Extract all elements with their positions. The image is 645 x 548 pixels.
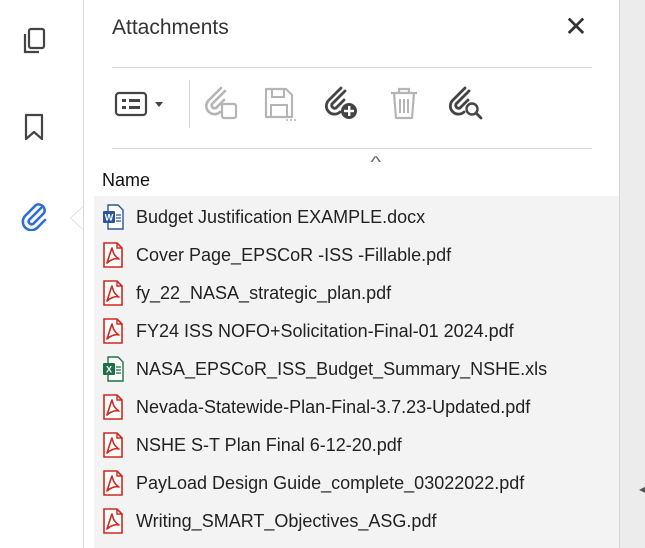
options-menu-button[interactable] <box>112 84 174 124</box>
collapse-panel-icon[interactable]: ◂ <box>639 482 645 496</box>
navigation-rail <box>0 0 83 548</box>
file-name: NSHE S-T Plan Final 6-12-20.pdf <box>136 434 402 455</box>
file-name: Writing_SMART_Objectives_ASG.pdf <box>136 510 437 531</box>
save-icon <box>264 87 296 121</box>
list-item[interactable]: FY24 ISS NOFO+Solicitation-Final-01 2024… <box>94 312 619 350</box>
pdf-file-icon <box>102 242 124 268</box>
file-name: Cover Page_EPSCoR -ISS -Fillable.pdf <box>136 244 452 265</box>
file-name: Budget Justification EXAMPLE.docx <box>136 206 426 227</box>
active-tab-indicator <box>70 206 83 230</box>
list-item[interactable]: Writing_SMART_Objectives_ASG.pdf <box>94 502 619 540</box>
attachment-icon[interactable] <box>19 201 49 231</box>
list-item[interactable]: PayLoad Design Guide_complete_03022022.p… <box>94 464 619 502</box>
list-item[interactable]: Cover Page_EPSCoR -ISS -Fillable.pdf <box>94 236 619 274</box>
list-item[interactable]: Nevada-Statewide-Plan-Final-3.7.23-Updat… <box>94 388 619 426</box>
panel-title: Attachments <box>112 16 229 39</box>
pages-icon[interactable] <box>19 26 49 56</box>
file-name: fy_22_NASA_strategic_plan.pdf <box>136 282 392 303</box>
add-attachment-button[interactable] <box>322 84 362 124</box>
word-file-icon: W <box>102 204 124 230</box>
pdf-file-icon <box>102 470 124 496</box>
edge-line <box>619 0 620 548</box>
sort-ascending-icon: ^ <box>370 154 382 171</box>
file-name: FY24 ISS NOFO+Solicitation-Final-01 2024… <box>136 320 514 341</box>
column-header-name[interactable]: ^ Name <box>94 154 619 196</box>
pdf-file-icon <box>102 394 124 420</box>
open-attachment-button[interactable] <box>202 84 242 124</box>
pdf-file-icon <box>102 508 124 534</box>
file-name: PayLoad Design Guide_complete_03022022.p… <box>136 472 525 493</box>
toolbar-divider <box>112 148 592 149</box>
pdf-file-icon <box>102 432 124 458</box>
file-name: Nevada-Statewide-Plan-Final-3.7.23-Updat… <box>136 396 531 417</box>
file-name: NASA_EPSCoR_ISS_Budget_Summary_NSHE.xls <box>136 358 548 379</box>
list-item[interactable]: fy_22_NASA_strategic_plan.pdf <box>94 274 619 312</box>
svg-text:W: W <box>105 213 114 223</box>
search-attachment-button[interactable] <box>446 84 486 124</box>
list-item[interactable]: X NASA_EPSCoR_ISS_Budget_Summary_NSHE.xls <box>94 350 619 388</box>
list-options-icon <box>114 91 163 117</box>
close-button[interactable]: ✕ <box>561 12 591 42</box>
trash-icon <box>391 87 417 120</box>
bookmark-icon[interactable] <box>19 112 49 142</box>
save-attachment-button[interactable] <box>260 84 300 124</box>
close-icon: ✕ <box>564 11 588 42</box>
pdf-file-icon <box>102 318 124 344</box>
search-attachment-icon <box>448 86 483 120</box>
list-item[interactable]: W Budget Justification EXAMPLE.docx <box>94 198 619 236</box>
document-area-edge: ◂ <box>619 0 645 548</box>
list-item[interactable]: NSHE S-T Plan Final 6-12-20.pdf <box>94 426 619 464</box>
excel-file-icon: X <box>102 356 124 382</box>
svg-text:X: X <box>106 365 112 375</box>
open-attachment-icon <box>205 86 238 120</box>
pdf-file-icon <box>102 280 124 306</box>
title-divider <box>112 67 592 68</box>
add-attachment-icon <box>324 86 357 119</box>
chevron-down-icon <box>155 102 163 107</box>
delete-attachment-button[interactable] <box>384 84 424 124</box>
toolbar-separator <box>189 80 190 128</box>
column-header-label: Name <box>102 170 151 190</box>
